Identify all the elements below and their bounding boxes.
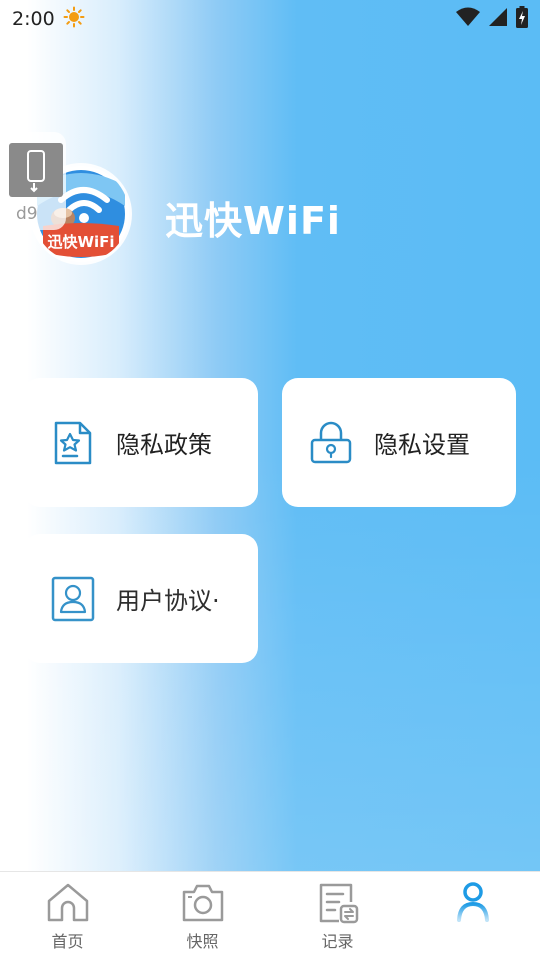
user-agreement-card[interactable]: 用户协议·	[24, 534, 258, 663]
status-right	[456, 6, 528, 32]
status-time: 2:00	[12, 8, 55, 30]
person-icon	[50, 576, 96, 622]
user-agreement-label: 用户协议·	[116, 587, 220, 615]
nav-label-snapshot: 快照	[186, 932, 219, 951]
battery-charging-icon	[516, 6, 528, 32]
lock-icon	[308, 420, 354, 466]
nav-item-records[interactable]: 记录	[270, 872, 405, 960]
camera-icon	[180, 880, 226, 926]
privacy-settings-card[interactable]: 隐私设置	[282, 378, 516, 507]
status-left: 2:00	[12, 6, 85, 33]
floating-helper-code: d9	[16, 204, 38, 224]
user-icon	[450, 880, 496, 926]
privacy-settings-label: 隐私设置	[374, 431, 470, 459]
screen: 2:00 迅快WiFi d9 迅快WiFi 隐私政策 隐私设置 用户协议· 首页…	[0, 0, 540, 960]
svg-text:迅快WiFi: 迅快WiFi	[47, 233, 114, 251]
wifi-icon	[456, 7, 480, 31]
phone-tap-icon[interactable]	[9, 143, 63, 197]
record-icon	[315, 880, 361, 926]
signal-icon	[488, 7, 508, 31]
privacy-policy-card[interactable]: 隐私政策	[24, 378, 258, 507]
privacy-policy-label: 隐私政策	[116, 431, 212, 459]
bottom-nav: 首页 快照 记录	[0, 871, 540, 960]
home-icon	[45, 880, 91, 926]
nav-item-snapshot[interactable]: 快照	[135, 872, 270, 960]
app-title: 迅快WiFi	[165, 199, 341, 243]
nav-label-home: 首页	[51, 932, 84, 951]
star-document-icon	[50, 420, 96, 466]
nav-item-home[interactable]: 首页	[0, 872, 135, 960]
nav-label-records: 记录	[321, 932, 354, 951]
sun-notification-icon	[63, 6, 85, 33]
nav-item-profile[interactable]	[405, 872, 540, 960]
status-bar: 2:00	[0, 0, 540, 38]
